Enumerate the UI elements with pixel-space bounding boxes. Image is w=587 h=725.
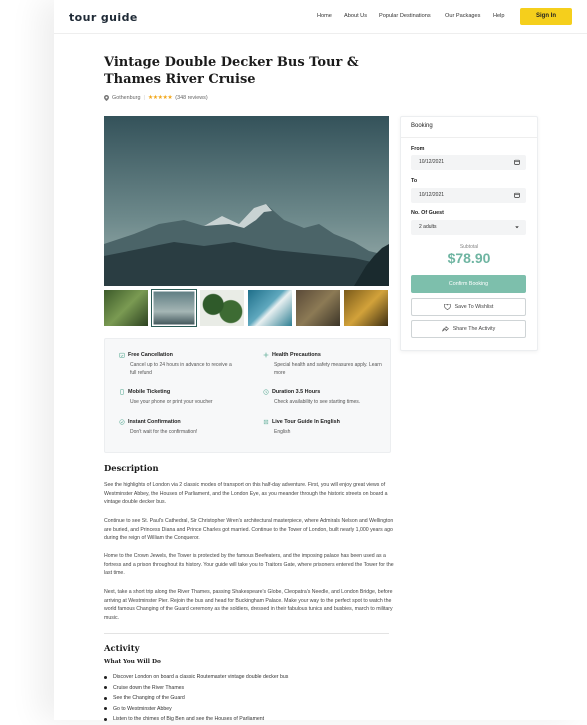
description-paragraph-4: Next, take a short trip along the River … xyxy=(104,589,393,622)
confirm-icon xyxy=(119,419,125,425)
bullet xyxy=(104,696,107,700)
location-pin-icon xyxy=(104,94,109,101)
list-item-text: See the Changing of the Guard xyxy=(113,695,185,702)
section-divider xyxy=(104,633,389,634)
rating-stars: ★★★★★ xyxy=(147,95,173,101)
nav-our-packages[interactable]: Our Packages xyxy=(445,13,480,19)
share-label: Share The Activity xyxy=(452,326,496,332)
thumbnail-strip xyxy=(104,289,388,327)
hero-image[interactable] xyxy=(104,116,389,286)
tour-meta: Gothenburg | ★★★★★ (348 reviews) xyxy=(104,94,208,101)
feature-desc: English xyxy=(274,429,291,435)
ticket-icon xyxy=(120,389,124,395)
bullet xyxy=(104,707,107,711)
activity-list: Discover London on board a classic Route… xyxy=(104,672,288,725)
booking-divider xyxy=(401,137,537,138)
guests-label: No. Of Guest xyxy=(411,210,444,216)
features-panel: Free Cancellation Cancel up to 24 hours … xyxy=(104,338,391,453)
clock-icon xyxy=(263,389,269,395)
feature-desc: Don't wait for the confirmation! xyxy=(130,429,198,435)
feature-title: Free Cancellation xyxy=(128,352,173,358)
from-date-field[interactable]: 10/12/2021 xyxy=(411,155,526,170)
feature-health-precautions: Health Precautions Special health and sa… xyxy=(263,352,383,377)
nav-help[interactable]: Help xyxy=(493,13,505,19)
health-icon xyxy=(263,352,269,358)
list-item: See the Changing of the Guard xyxy=(104,693,288,704)
calendar-icon[interactable] xyxy=(514,159,520,165)
wishlist-label: Save To Wishlist xyxy=(454,304,494,310)
list-item-text: Listen to the chimes of Big Ben and see … xyxy=(113,716,265,723)
list-item-text: Cruise down the River Thames xyxy=(113,684,185,691)
list-item: Listen to the chimes of Big Ben and see … xyxy=(104,714,288,725)
logo[interactable]: tour guide xyxy=(69,11,138,24)
mountain-illustration xyxy=(104,116,389,286)
feature-duration: Duration 3.5 Hours Check availability to… xyxy=(263,389,383,406)
thumbnail-sea[interactable] xyxy=(248,290,292,326)
share-icon xyxy=(441,326,449,332)
location-text: Gothenburg xyxy=(112,94,141,101)
calendar-icon[interactable] xyxy=(514,192,520,198)
feature-title: Live Tour Guide In English xyxy=(272,419,340,425)
thumbnail-forest[interactable] xyxy=(104,290,148,326)
activity-subheading: What You Will Do xyxy=(104,659,161,665)
activity-heading: Activity xyxy=(104,643,140,653)
confirm-booking-button[interactable]: Confirm Booking xyxy=(411,275,526,293)
nav-popular-destinations[interactable]: Popular Destinations xyxy=(379,13,431,19)
guests-value: 2 adults xyxy=(419,224,437,230)
feature-desc: Check availability to see starting times… xyxy=(274,399,361,405)
feature-title: Health Precautions xyxy=(272,352,321,358)
title-line-2: Thames River Cruise xyxy=(104,72,256,87)
bullet xyxy=(104,717,107,721)
share-activity-button[interactable]: Share The Activity xyxy=(411,320,526,338)
description-paragraph-2: Continue to see St. Paul's Cathedral, Si… xyxy=(104,518,394,542)
feature-free-cancellation: Free Cancellation Cancel up to 24 hours … xyxy=(119,352,239,377)
list-item-text: Discover London on board a classic Route… xyxy=(113,674,289,681)
feature-title: Mobile Ticketing xyxy=(128,389,171,395)
from-label: From xyxy=(411,146,425,152)
subtotal-price: $78.90 xyxy=(447,250,491,266)
feature-instant-confirmation: Instant Confirmation Don't wait for the … xyxy=(119,419,239,436)
description-paragraph-3: Home to the Crown Jewels, the Tower is p… xyxy=(104,553,394,577)
feature-live-guide: Live Tour Guide In English English xyxy=(263,419,383,436)
list-item-text: Go to Westminster Abbey xyxy=(113,705,172,712)
bullet xyxy=(104,675,107,679)
calendar-check-icon xyxy=(119,352,125,358)
feature-title: Instant Confirmation xyxy=(128,419,181,425)
bullet xyxy=(104,686,107,690)
description-heading: Description xyxy=(104,463,159,473)
meta-separator: | xyxy=(143,94,145,101)
list-item: Discover London on board a classic Route… xyxy=(104,672,288,683)
feature-desc[interactable]: Special health and safety measures apply… xyxy=(263,361,383,377)
title-line-1: Vintage Double Decker Bus Tour & xyxy=(104,55,359,70)
top-nav: tour guide Home About Us Popular Destina… xyxy=(54,0,587,34)
page: tour guide Home About Us Popular Destina… xyxy=(54,0,587,722)
chevron-down-icon xyxy=(515,226,519,229)
sign-in-button[interactable]: Sign In xyxy=(520,8,572,25)
guide-icon xyxy=(263,419,269,425)
list-item: Go to Westminster Abbey xyxy=(104,704,288,715)
feature-desc: Cancel up to 24 hours in advance to rece… xyxy=(130,362,232,376)
save-to-wishlist-button[interactable]: Save To Wishlist xyxy=(411,298,526,316)
nav-about-us[interactable]: About Us xyxy=(344,13,367,19)
heart-icon xyxy=(443,304,451,310)
description-paragraph-1: See the highlights of London via 2 class… xyxy=(104,482,388,506)
list-item: Cruise down the River Thames xyxy=(104,683,288,694)
to-label: To xyxy=(411,178,418,184)
feature-desc: Use your phone or print your voucher xyxy=(130,399,213,405)
to-date-field[interactable]: 10/12/2021 xyxy=(411,188,526,203)
thumbnail-autumn-forest[interactable] xyxy=(296,290,340,326)
booking-card: Booking From 10/12/2021 To 10/12/2021 No… xyxy=(400,116,538,351)
page-title: Vintage Double Decker Bus Tour & Thames … xyxy=(104,54,364,88)
thumbnail-golden-forest[interactable] xyxy=(344,290,388,326)
feature-mobile-ticketing: Mobile Ticketing Use your phone or print… xyxy=(119,389,239,406)
guests-select[interactable]: 2 adults xyxy=(411,220,526,235)
booking-title: Booking xyxy=(411,123,433,129)
review-count: (348 reviews) xyxy=(175,94,208,101)
from-date-value: 10/12/2021 xyxy=(419,159,445,165)
to-date-value: 10/12/2021 xyxy=(419,192,445,198)
thumbnail-mountain[interactable] xyxy=(151,289,197,327)
nav-home[interactable]: Home xyxy=(317,13,332,19)
feature-title: Duration 3.5 Hours xyxy=(272,389,321,395)
thumbnail-leaves[interactable] xyxy=(200,290,244,326)
